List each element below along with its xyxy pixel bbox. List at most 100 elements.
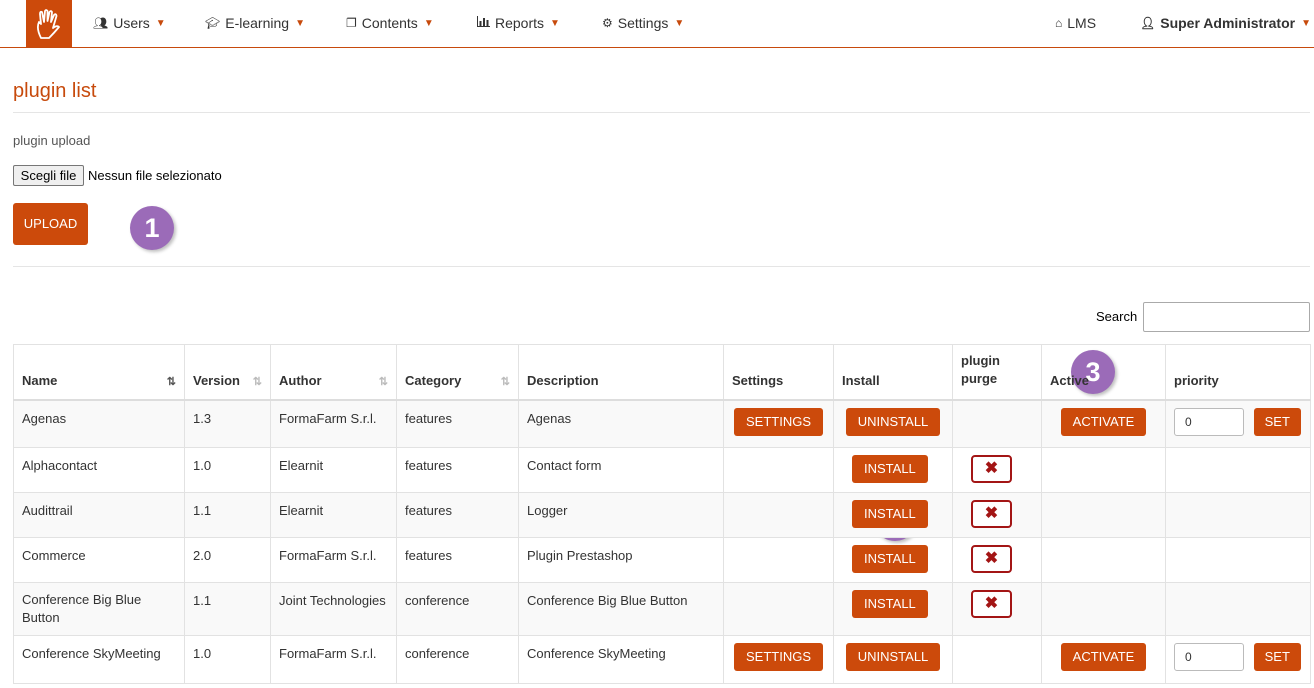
cell-install: INSTALL bbox=[833, 492, 953, 538]
table-header-row: Name ⇅ Version ⇅ Author ⇅ Category ⇅ Descrip… bbox=[13, 344, 1311, 401]
cell-active: ACTIVATE bbox=[1041, 399, 1166, 448]
caret-down-icon: ▼ bbox=[295, 17, 305, 29]
divider bbox=[13, 266, 1310, 267]
sort-icon: ⇅ bbox=[252, 375, 262, 388]
install-button[interactable]: INSTALL bbox=[852, 545, 928, 573]
cell-version: 1.3 bbox=[184, 399, 271, 448]
set-priority-button[interactable]: SET bbox=[1253, 407, 1301, 436]
table-row: Commerce 2.0 FormaFarm S.r.l. features P… bbox=[13, 537, 1311, 583]
activate-button[interactable]: ACTIVATE bbox=[1060, 643, 1147, 671]
nav-contents-label: Contents bbox=[361, 15, 418, 31]
nav-contents[interactable]: ❐ Contents ▼ bbox=[346, 15, 434, 31]
cell-category: features bbox=[396, 399, 519, 448]
cell-author: FormaFarm S.r.l. bbox=[270, 399, 397, 448]
cell-purge bbox=[952, 399, 1042, 448]
hand-logo-icon bbox=[37, 8, 60, 39]
cell-settings bbox=[723, 447, 834, 493]
header-category[interactable]: Category ⇅ bbox=[396, 344, 519, 401]
priority-input[interactable]: 0 bbox=[1174, 407, 1244, 436]
choose-file-button[interactable]: Scegli file bbox=[13, 165, 84, 186]
header-priority: priority bbox=[1165, 344, 1311, 401]
sort-icon: ⇅ bbox=[378, 375, 388, 388]
cell-author: FormaFarm S.r.l. bbox=[270, 635, 397, 684]
cell-purge: ✖ bbox=[952, 537, 1042, 583]
search-input[interactable] bbox=[1143, 302, 1310, 332]
header-author[interactable]: Author ⇅ bbox=[270, 344, 397, 401]
cell-version: 1.1 bbox=[184, 582, 271, 636]
sort-icon: ⇅ bbox=[500, 375, 510, 388]
header-version[interactable]: Version ⇅ bbox=[184, 344, 271, 401]
uninstall-button[interactable]: UNINSTALL bbox=[845, 643, 941, 671]
cell-category: conference bbox=[396, 582, 519, 636]
sort-asc-icon: ⇅ bbox=[166, 375, 176, 388]
caret-down-icon: ▼ bbox=[1301, 17, 1311, 29]
nav-reports-label: Reports bbox=[495, 15, 545, 31]
cell-description: Plugin Prestashop bbox=[518, 537, 724, 583]
install-button[interactable]: INSTALL bbox=[852, 500, 928, 528]
purge-x-icon[interactable]: ✖ bbox=[971, 455, 1012, 483]
nav-users[interactable]: 👥︎ Users ▼ bbox=[93, 15, 166, 31]
cell-category: features bbox=[396, 447, 519, 493]
cell-settings bbox=[723, 492, 834, 538]
nav-settings[interactable]: ⚙︎ Settings ▼ bbox=[602, 15, 684, 31]
priority-input[interactable]: 0 bbox=[1174, 643, 1244, 671]
nav-reports[interactable]: Reports ▼ bbox=[477, 15, 560, 31]
cell-description: Conference Big Blue Button bbox=[518, 582, 724, 636]
header-author-label: Author bbox=[279, 372, 322, 388]
cell-install: UNINSTALL bbox=[833, 399, 953, 448]
settings-button[interactable]: SETTINGS bbox=[733, 643, 823, 671]
header-settings: Settings bbox=[723, 344, 834, 401]
cell-settings: SETTINGS bbox=[723, 399, 834, 448]
cell-active: ACTIVATE bbox=[1041, 635, 1166, 684]
cell-description: Logger bbox=[518, 492, 724, 538]
cell-name: Commerce bbox=[13, 537, 185, 583]
divider bbox=[13, 112, 1310, 113]
cell-name: Agenas bbox=[13, 399, 185, 448]
table-row: Conference SkyMeeting 1.0 FormaFarm S.r.… bbox=[13, 635, 1311, 684]
purge-x-icon[interactable]: ✖ bbox=[971, 545, 1012, 573]
top-navbar: 👥︎ Users ▼ 🎓︎ E-learning ▼ ❐ Contents ▼ … bbox=[0, 0, 1314, 48]
cell-priority bbox=[1165, 492, 1311, 538]
cell-author: Elearnit bbox=[270, 492, 397, 538]
table-row: Conference Big Blue Button 1.1 Joint Tec… bbox=[13, 582, 1311, 636]
user-icon: 👤︎ bbox=[1140, 16, 1156, 30]
activate-button[interactable]: ACTIVATE bbox=[1060, 407, 1147, 436]
caret-down-icon: ▼ bbox=[550, 17, 560, 29]
purge-x-icon[interactable]: ✖ bbox=[971, 500, 1012, 528]
cell-priority bbox=[1165, 447, 1311, 493]
files-icon: ❐ bbox=[346, 16, 357, 30]
cell-purge: ✖ bbox=[952, 582, 1042, 636]
cell-category: conference bbox=[396, 635, 519, 684]
cell-purge bbox=[952, 635, 1042, 684]
purge-x-icon[interactable]: ✖ bbox=[971, 590, 1012, 618]
cell-active bbox=[1041, 582, 1166, 636]
header-name[interactable]: Name ⇅ bbox=[13, 344, 185, 401]
nav-lms[interactable]: ⌂ LMS bbox=[1055, 15, 1096, 31]
cell-category: features bbox=[396, 492, 519, 538]
nav-user-menu[interactable]: 👤︎ Super Administrator ▼ bbox=[1140, 15, 1311, 31]
gears-icon: ⚙︎ bbox=[602, 16, 613, 30]
cell-priority: 0 SET bbox=[1165, 399, 1311, 448]
nav-lms-label: LMS bbox=[1067, 15, 1097, 31]
install-button[interactable]: INSTALL bbox=[852, 455, 928, 483]
file-status: Nessun file selezionato bbox=[88, 168, 222, 183]
home-icon: ⌂ bbox=[1055, 16, 1063, 30]
cell-name: Conference Big Blue Button bbox=[13, 582, 185, 636]
header-active: Active bbox=[1041, 344, 1166, 401]
caret-down-icon: ▼ bbox=[674, 17, 685, 29]
table-row: Audittrail 1.1 Elearnit features Logger … bbox=[13, 492, 1311, 538]
cell-active bbox=[1041, 492, 1166, 538]
upload-button[interactable]: UPLOAD bbox=[13, 203, 88, 245]
cell-author: Elearnit bbox=[270, 447, 397, 493]
upload-section-label: plugin upload bbox=[13, 133, 91, 148]
logo[interactable] bbox=[26, 0, 72, 47]
set-priority-button[interactable]: SET bbox=[1253, 643, 1301, 671]
install-button[interactable]: INSTALL bbox=[852, 590, 928, 618]
bar-chart-icon bbox=[477, 16, 490, 30]
uninstall-button[interactable]: UNINSTALL bbox=[845, 407, 941, 436]
cell-install: INSTALL bbox=[833, 537, 953, 583]
settings-button[interactable]: SETTINGS bbox=[733, 407, 823, 436]
nav-elearning[interactable]: 🎓︎ E-learning ▼ bbox=[205, 15, 305, 31]
cell-priority bbox=[1165, 582, 1311, 636]
header-version-label: Version bbox=[193, 372, 240, 388]
